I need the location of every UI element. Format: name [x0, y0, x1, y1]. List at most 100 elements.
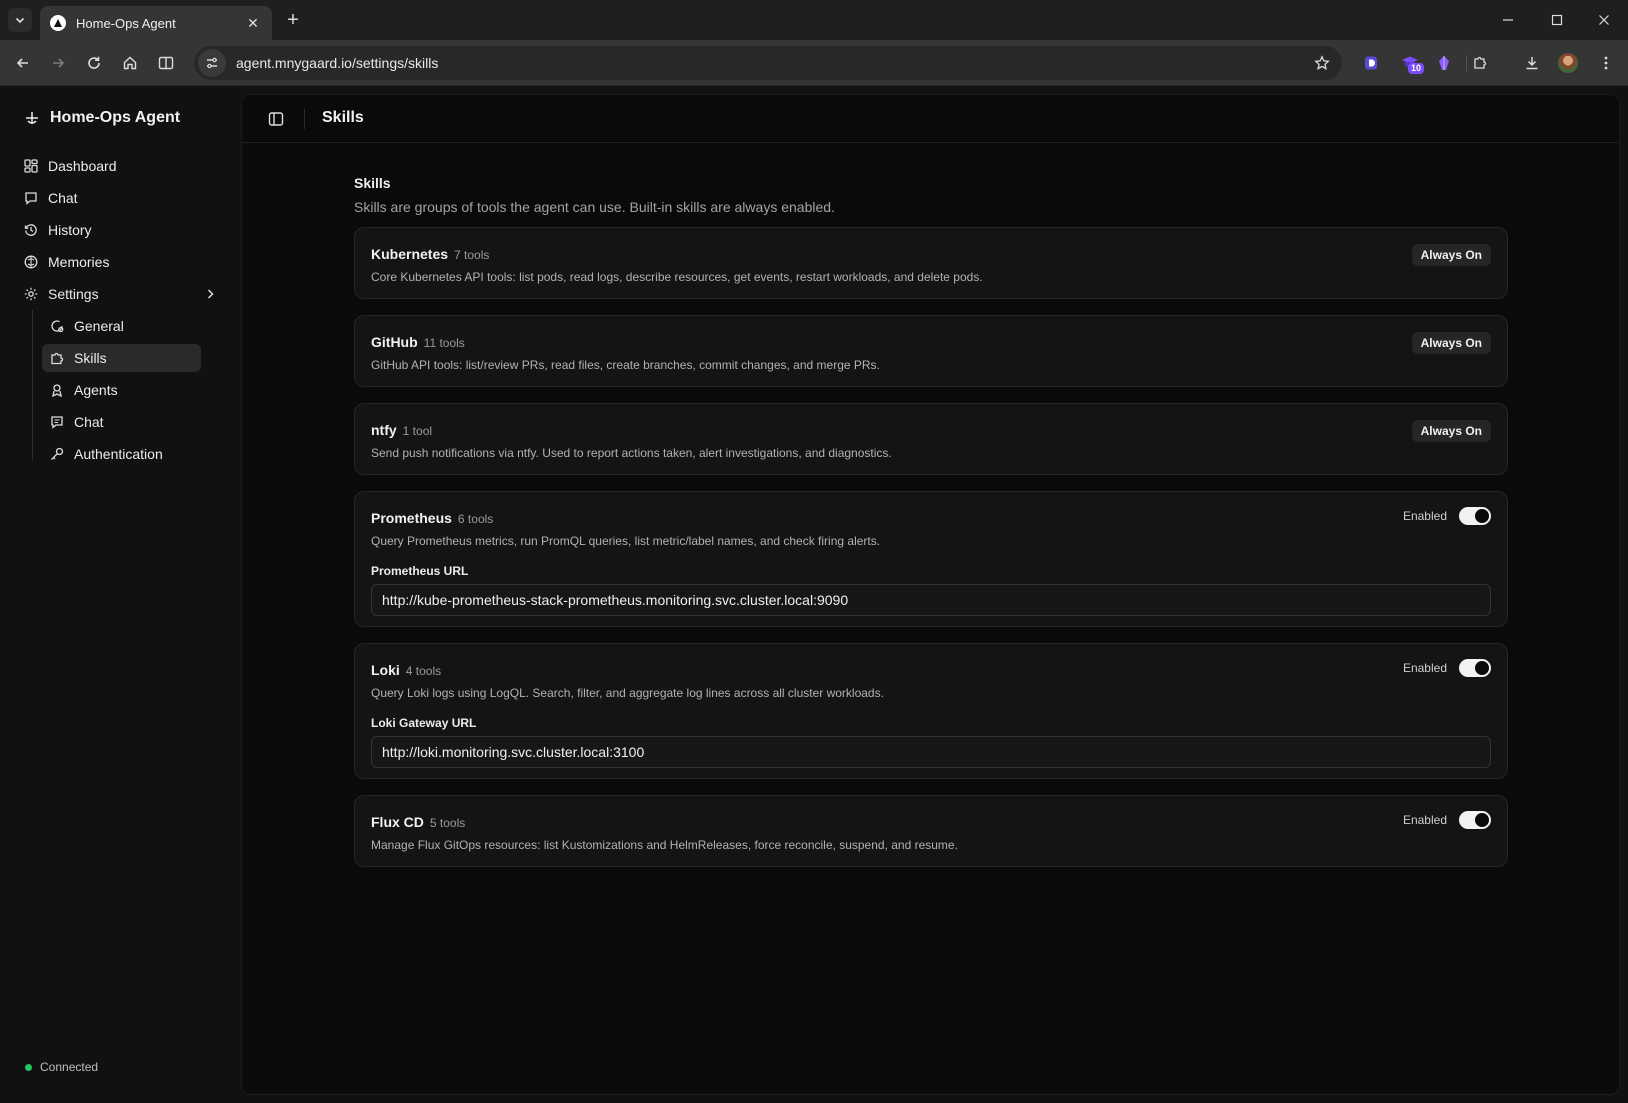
always-on-badge: Always On	[1411, 420, 1491, 442]
sidebar-subitem-authentication[interactable]: Authentication	[42, 440, 201, 468]
site-info-button[interactable]	[198, 49, 226, 77]
address-bar[interactable]: agent.mnygaard.io/settings/skills	[194, 46, 1342, 80]
always-on-badge: Always On	[1411, 244, 1491, 266]
sidebar-subitem-agents[interactable]: Agents	[42, 376, 201, 404]
app-root: Home-Ops Agent Dashboard Chat History Me…	[0, 86, 1628, 1103]
url-text[interactable]: agent.mnygaard.io/settings/skills	[236, 55, 1308, 71]
extension-d-button[interactable]	[1359, 51, 1383, 75]
enabled-label: Enabled	[1402, 509, 1447, 523]
extension-badge-button[interactable]: 10	[1396, 51, 1425, 75]
close-tab-icon[interactable]: ✕	[244, 14, 262, 32]
arrow-right-icon	[53, 58, 65, 68]
sidebar-toggle-icon	[268, 112, 284, 126]
always-on-badge: Always On	[1411, 332, 1491, 354]
skill-name: Prometheus	[371, 510, 452, 526]
reload-button[interactable]	[82, 51, 106, 75]
sidebar-item-label: Chat	[48, 190, 78, 206]
new-tab-button[interactable]: +	[282, 9, 304, 31]
chevron-right-icon	[207, 289, 214, 299]
extension-d-icon	[1365, 56, 1377, 70]
minimize-window-button[interactable]	[1496, 8, 1520, 32]
skills-section-description: Skills are groups of tools the agent can…	[354, 199, 835, 215]
dashboard-icon	[24, 159, 38, 173]
minimize-icon	[1503, 19, 1513, 21]
sidebar-subitem-label: General	[74, 318, 124, 334]
sidebar-item-memories[interactable]: Memories	[24, 248, 109, 276]
brand[interactable]: Home-Ops Agent	[24, 106, 180, 130]
back-button[interactable]	[11, 51, 35, 75]
sidebar-subitem-skills[interactable]: Skills	[42, 344, 201, 372]
split-view-button[interactable]	[154, 51, 178, 75]
extension-badge: 10	[1408, 63, 1425, 74]
extensions-button[interactable]	[1468, 51, 1492, 75]
prometheus-enabled-toggle[interactable]	[1459, 507, 1491, 525]
gear-icon	[24, 287, 38, 301]
sidebar-item-label: History	[48, 222, 92, 238]
puzzle-icon	[1474, 56, 1487, 69]
close-icon	[1599, 15, 1609, 25]
skill-card-github: GitHub 11 tools GitHub API tools: list/re…	[354, 315, 1508, 387]
key-icon	[51, 447, 64, 460]
prometheus-url-input[interactable]	[371, 584, 1491, 616]
puzzle-icon	[51, 352, 64, 365]
page-title: Skills	[322, 109, 364, 126]
sidebar-subitem-label: Agents	[74, 382, 118, 398]
connection-status: Connected	[25, 1060, 98, 1074]
forward-button[interactable]	[46, 51, 70, 75]
sidebar-item-chat[interactable]: Chat	[24, 184, 78, 212]
prometheus-url-label: Prometheus URL	[371, 564, 469, 578]
sidebar-item-label: Dashboard	[48, 158, 117, 174]
extension-crystal-button[interactable]	[1432, 51, 1456, 75]
anchor-icon	[26, 112, 38, 124]
sidebar-item-label: Settings	[48, 286, 99, 302]
skill-description: Query Loki logs using LogQL. Search, fil…	[371, 686, 884, 700]
more-vertical-icon	[1604, 56, 1608, 70]
bookmark-button[interactable]	[1308, 49, 1336, 77]
maximize-window-button[interactable]	[1545, 8, 1569, 32]
profile-button[interactable]	[1556, 51, 1580, 75]
skill-description: Manage Flux GitOps resources: list Kusto…	[371, 838, 958, 852]
loki-url-input[interactable]	[371, 736, 1491, 768]
browser-menu-button[interactable]	[1594, 51, 1618, 75]
general-icon	[51, 320, 64, 333]
reload-icon	[88, 56, 100, 69]
loki-enabled-toggle[interactable]	[1459, 659, 1491, 677]
skill-description: Core Kubernetes API tools: list pods, re…	[371, 270, 983, 284]
crystal-icon	[1439, 56, 1449, 70]
sidebar-subitem-chat[interactable]: Chat	[42, 408, 201, 436]
toggle-sidebar-button[interactable]	[266, 109, 286, 129]
site-settings-icon	[207, 57, 217, 69]
sidebar-subitem-label: Skills	[74, 350, 107, 366]
enabled-label: Enabled	[1402, 661, 1447, 675]
avatar	[1558, 53, 1578, 73]
browser-tab[interactable]: Home-Ops Agent ✕	[40, 6, 272, 40]
star-icon	[1314, 55, 1330, 71]
sidebar: Home-Ops Agent Dashboard Chat History Me…	[0, 86, 240, 1103]
maximize-icon	[1551, 14, 1563, 26]
skill-card-prometheus: Prometheus 6 tools Query Prometheus metri…	[354, 491, 1508, 627]
close-window-button[interactable]	[1592, 8, 1616, 32]
sidebar-subitem-general[interactable]: General	[42, 312, 201, 340]
chevron-down-icon	[15, 17, 25, 24]
arrow-left-icon	[16, 58, 28, 68]
skill-description: Query Prometheus metrics, run PromQL que…	[371, 534, 881, 548]
status-dot-icon	[25, 1063, 32, 1071]
browser-tab-bar: Home-Ops Agent ✕ +	[0, 0, 1628, 40]
memories-icon	[24, 255, 38, 269]
skill-name: Loki	[371, 662, 400, 678]
flux-cd-enabled-toggle[interactable]	[1459, 811, 1491, 829]
skill-card-loki: Loki 4 tools Query Loki logs using LogQL.…	[354, 643, 1508, 779]
skill-name: GitHub	[371, 334, 418, 350]
header-divider	[304, 109, 305, 129]
home-button[interactable]	[118, 51, 142, 75]
tab-search-button[interactable]	[8, 8, 32, 32]
skill-tool-count: 5 tools	[429, 816, 466, 830]
sidebar-item-settings[interactable]: Settings	[24, 280, 216, 308]
skill-tool-count: 11 tools	[423, 336, 465, 350]
toggle-knob	[1475, 509, 1489, 523]
downloads-button[interactable]	[1520, 51, 1544, 75]
sidebar-item-dashboard[interactable]: Dashboard	[24, 152, 117, 180]
browser-toolbar: agent.mnygaard.io/settings/skills 10	[0, 40, 1628, 86]
sidebar-item-history[interactable]: History	[24, 216, 92, 244]
chat-icon	[25, 192, 37, 205]
